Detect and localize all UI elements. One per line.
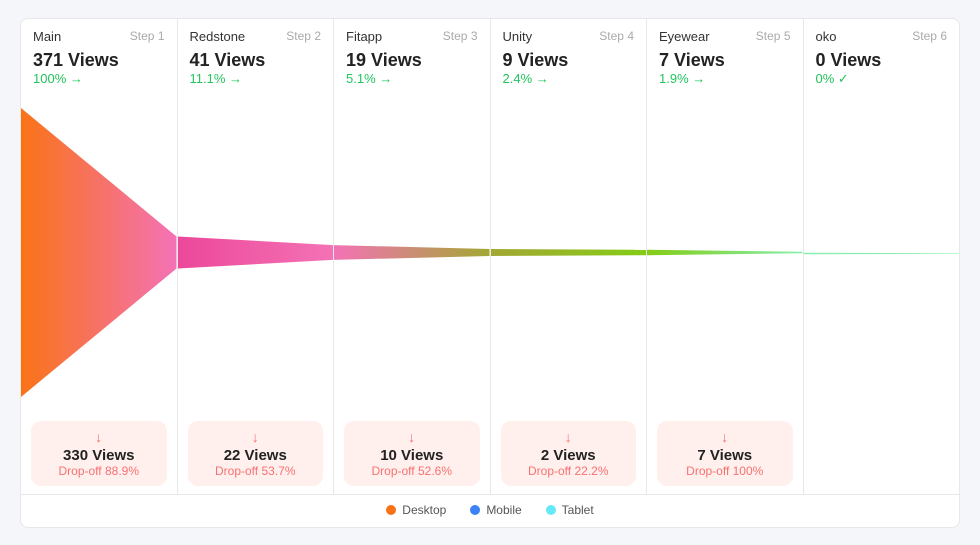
views-count-5: 7 Views (659, 50, 791, 71)
legend-row: Desktop Mobile Tablet (21, 494, 959, 527)
step-header-3: Fitapp Step 3 (334, 19, 490, 48)
dropoff-pct-2: Drop-off 53.7% (198, 464, 314, 478)
dropoff-views-1: 330 Views (41, 447, 157, 464)
step-name-3: Fitapp (346, 29, 382, 44)
dropoff-arrow-3: ↓ (354, 429, 470, 445)
legend-dot-0 (386, 505, 396, 515)
step-num-2: Step 2 (286, 29, 321, 43)
step-col-4: Unity Step 4 9 Views2.4% → ↓ 2 ViewsDrop-off… (491, 19, 648, 494)
step-name-2: Redstone (190, 29, 246, 44)
legend-label-1: Mobile (486, 503, 521, 517)
step-col-6: oko Step 6 0 Views0% ✓ (804, 19, 960, 494)
dropoff-pct-5: Drop-off 100% (667, 464, 783, 478)
funnel-area-6 (804, 93, 960, 414)
views-pct-6: 0% ✓ (816, 71, 948, 87)
views-count-6: 0 Views (816, 50, 948, 71)
funnel-chart: MainStep 1371 Views100% →↓330 ViewsDrop-… (20, 18, 960, 528)
funnel-area-5 (647, 92, 803, 413)
dropoff-box-2: ↓ 22 ViewsDrop-off 53.7% (188, 421, 324, 486)
step-num-3: Step 3 (443, 29, 478, 43)
dropoff-arrow-4: ↓ (511, 429, 627, 445)
step-name-1: Main (33, 29, 61, 44)
dropoff-box-5: ↓ 7 ViewsDrop-off 100% (657, 421, 793, 486)
funnel-area-3 (334, 92, 490, 413)
step-stats-3: 19 Views5.1% → (334, 48, 490, 92)
legend-item-desktop: Desktop (386, 503, 446, 517)
views-pct-5: 1.9% → (659, 71, 791, 86)
views-count-3: 19 Views (346, 50, 478, 71)
dropoff-arrow-1: ↓ (41, 429, 157, 445)
legend-dot-2 (546, 505, 556, 515)
dropoff-views-4: 2 Views (511, 447, 627, 464)
step-name-4: Unity (503, 29, 533, 44)
funnel-area-2 (178, 92, 334, 413)
dropoff-views-3: 10 Views (354, 447, 470, 464)
views-pct-4: 2.4% → (503, 71, 635, 86)
funnel-area-1 (21, 92, 177, 413)
step-name-5: Eyewear (659, 29, 710, 44)
views-count-2: 41 Views (190, 50, 322, 71)
views-count-1: 371 Views (33, 50, 165, 71)
views-pct-3: 5.1% → (346, 71, 478, 86)
step-col-3: Fitapp Step 3 19 Views5.1% → ↓ 10 ViewsDrop-… (334, 19, 491, 494)
views-count-4: 9 Views (503, 50, 635, 71)
step-stats-4: 9 Views2.4% → (491, 48, 647, 92)
step-stats-1: 371 Views100% → (21, 48, 177, 92)
views-pct-1: 100% → (33, 71, 165, 86)
step-num-6: Step 6 (912, 29, 947, 43)
funnel-area-4 (491, 92, 647, 413)
step-header-5: Eyewear Step 5 (647, 19, 803, 48)
legend-item-mobile: Mobile (470, 503, 521, 517)
dropoff-box-1: ↓ 330 ViewsDrop-off 88.9% (31, 421, 167, 486)
step-header-1: Main Step 1 (21, 19, 177, 48)
legend-label-0: Desktop (402, 503, 446, 517)
legend-label-2: Tablet (562, 503, 594, 517)
dropoff-arrow-5: ↓ (667, 429, 783, 445)
steps-row: MainStep 1371 Views100% →↓330 ViewsDrop-… (21, 19, 959, 494)
step-header-2: Redstone Step 2 (178, 19, 334, 48)
step-num-4: Step 4 (599, 29, 634, 43)
step-num-1: Step 1 (130, 29, 165, 43)
legend-item-tablet: Tablet (546, 503, 594, 517)
views-pct-2: 11.1% → (190, 71, 322, 86)
step-header-6: oko Step 6 (804, 19, 960, 48)
step-num-5: Step 5 (756, 29, 791, 43)
step-col-1: Main Step 1 371 Views100% → ↓ 330 ViewsDrop-… (21, 19, 178, 494)
step-header-4: Unity Step 4 (491, 19, 647, 48)
dropoff-arrow-2: ↓ (198, 429, 314, 445)
dropoff-pct-4: Drop-off 22.2% (511, 464, 627, 478)
step-stats-6: 0 Views0% ✓ (804, 48, 960, 93)
step-stats-5: 7 Views1.9% → (647, 48, 803, 92)
step-col-2: Redstone Step 2 41 Views11.1% → ↓ 22 ViewsDr… (178, 19, 335, 494)
dropoff-box-3: ↓ 10 ViewsDrop-off 52.6% (344, 421, 480, 486)
dropoff-pct-1: Drop-off 88.9% (41, 464, 157, 478)
dropoff-box-4: ↓ 2 ViewsDrop-off 22.2% (501, 421, 637, 486)
step-col-5: EyewearStep 57 Views1.9% →↓7 ViewsDrop-o… (647, 19, 804, 494)
dropoff-pct-3: Drop-off 52.6% (354, 464, 470, 478)
step-stats-2: 41 Views11.1% → (178, 48, 334, 92)
step-name-6: oko (816, 29, 837, 44)
dropoff-views-2: 22 Views (198, 447, 314, 464)
dropoff-views-5: 7 Views (667, 447, 783, 464)
legend-dot-1 (470, 505, 480, 515)
